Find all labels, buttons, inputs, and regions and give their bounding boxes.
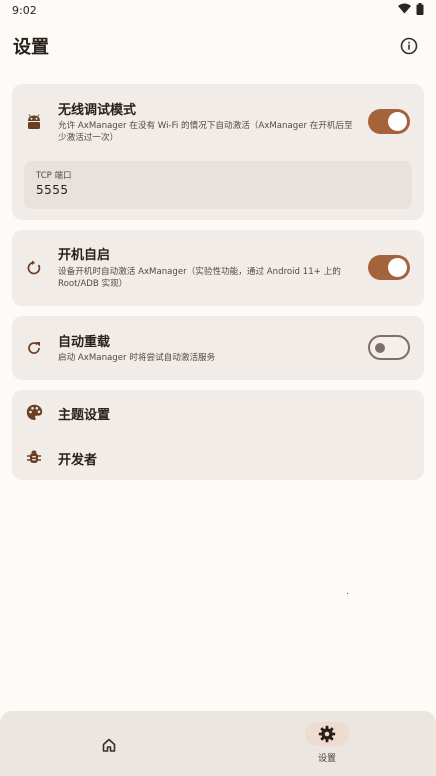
boot-start-toggle[interactable] <box>368 255 410 280</box>
page-title: 设置 <box>13 37 49 58</box>
nav-settings[interactable]: 设置 <box>218 711 436 776</box>
stray-dot <box>347 593 348 594</box>
info-icon <box>400 37 418 55</box>
toggle-knob <box>388 258 407 277</box>
info-button[interactable] <box>398 35 420 57</box>
nav-home-pill <box>87 733 131 757</box>
palette-icon <box>25 403 43 421</box>
bug-icon <box>25 448 43 466</box>
nav-settings-pill <box>305 722 349 746</box>
toggle-knob <box>388 112 407 131</box>
boot-start-card: 开机自启 设备开机时自动激活 AxManager（实验性功能，通过 Androi… <box>12 230 424 306</box>
restart-icon <box>25 259 43 277</box>
wireless-debug-description: 允许 AxManager 在没有 Wi-Fi 的情况下自动激活（AxManage… <box>58 121 353 143</box>
developer-title: 开发者 <box>58 453 98 468</box>
theme-settings-title: 主题设置 <box>58 408 111 423</box>
auto-reload-row[interactable]: 自动重载 启动 AxManager 时将尝试自动激活服务 <box>12 316 424 380</box>
app-bar: 设置 <box>0 28 436 64</box>
auto-reload-title: 自动重载 <box>58 335 111 350</box>
boot-start-row[interactable]: 开机自启 设备开机时自动激活 AxManager（实验性功能，通过 Androi… <box>12 230 424 306</box>
tcp-port-value: 5555 <box>36 183 69 197</box>
tcp-port-field[interactable]: TCP 端口 5555 <box>24 161 412 209</box>
boot-start-title: 开机自启 <box>58 248 111 263</box>
developer-row[interactable]: 开发者 <box>12 435 424 480</box>
status-icons <box>398 2 424 18</box>
toggle-knob <box>375 342 385 353</box>
wireless-debug-row[interactable]: 无线调试模式 允许 AxManager 在没有 Wi-Fi 的情况下自动激活（A… <box>12 84 424 154</box>
misc-settings-card: 主题设置 开发者 <box>12 390 424 480</box>
auto-reload-toggle[interactable] <box>368 335 410 360</box>
status-bar: 9:02 <box>0 0 436 20</box>
android-icon <box>25 113 43 131</box>
wifi-icon <box>398 3 411 17</box>
status-time: 9:02 <box>12 3 37 17</box>
nav-home[interactable] <box>0 711 218 776</box>
auto-reload-description: 启动 AxManager 时将尝试自动激活服务 <box>58 353 216 363</box>
refresh-icon <box>25 339 43 357</box>
theme-settings-row[interactable]: 主题设置 <box>12 390 424 435</box>
home-icon <box>102 738 116 752</box>
gear-icon <box>318 725 336 743</box>
nav-settings-label: 设置 <box>317 754 336 764</box>
tcp-port-label: TCP 端口 <box>36 171 72 181</box>
wireless-debug-toggle[interactable] <box>368 109 410 134</box>
battery-icon <box>416 2 424 18</box>
auto-reload-card: 自动重载 启动 AxManager 时将尝试自动激活服务 <box>12 316 424 380</box>
wireless-debug-card: 无线调试模式 允许 AxManager 在没有 Wi-Fi 的情况下自动激活（A… <box>12 84 424 220</box>
bottom-nav: 设置 <box>0 711 436 776</box>
wireless-debug-title: 无线调试模式 <box>58 103 137 118</box>
boot-start-description: 设备开机时自动激活 AxManager（实验性功能，通过 Android 11+… <box>58 267 341 289</box>
